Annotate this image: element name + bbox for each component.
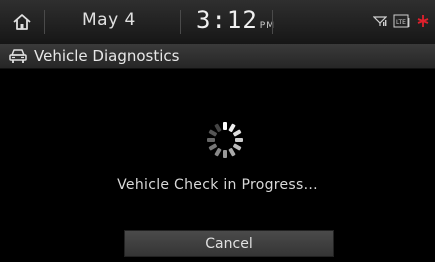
time-display: 3:12 PM [196,6,275,34]
title-bar: Vehicle Diagnostics [0,44,435,69]
car-icon [9,49,27,63]
status-icons: LTE [373,14,429,28]
status-bar: May 4 3:12 PM LTE [0,0,435,44]
bluetooth-icon [417,15,429,27]
signal-icon [373,16,387,26]
cancel-button[interactable]: Cancel [124,230,334,257]
divider [180,10,181,34]
svg-text:LTE: LTE [396,19,406,26]
progress-message: Vehicle Check in Progress... [117,177,318,193]
lte-icon: LTE [393,14,410,28]
divider [272,10,273,34]
time-value: 3:12 [196,6,258,34]
page-title: Vehicle Diagnostics [34,47,180,65]
divider [44,10,45,34]
home-button[interactable] [0,0,44,44]
loading-spinner-icon [207,122,243,158]
home-icon [13,14,31,30]
date-display: May 4 [82,10,136,30]
